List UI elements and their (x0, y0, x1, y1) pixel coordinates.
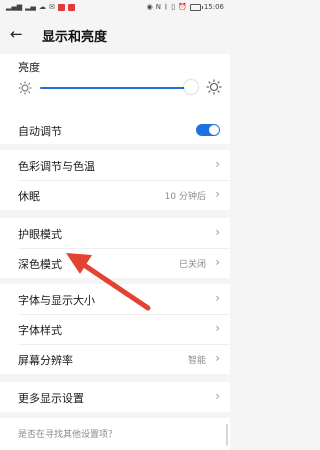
status-time: 15:06 (203, 3, 224, 11)
resolution-label: 屏幕分辨率 (18, 354, 73, 367)
sun-small-icon (18, 81, 32, 95)
sleep-row[interactable]: 休眠 10 分钟后 › (0, 181, 230, 209)
text-size-row[interactable]: 字体与显示大小 › (0, 285, 230, 313)
status-bar: ▂▄▆ ▂▄ ☁ ✉ ◉ N ᛒ ▯ ⏰ 15:06 (0, 0, 230, 14)
font-style-row[interactable]: 字体样式 › (0, 315, 230, 343)
eye-care-label: 护眼模式 (18, 228, 62, 241)
font-style-label: 字体样式 (18, 324, 62, 337)
chevron-right-icon: › (215, 321, 220, 335)
back-arrow-icon[interactable]: ← (10, 26, 26, 42)
eye-dark-section: 护眼模式 › 深色模式 已关闭 › (0, 218, 230, 278)
signal-2-icon: ▂▄ (25, 3, 36, 11)
chevron-right-icon: › (215, 225, 220, 239)
color-sleep-section: 色彩调节与色温 › 休眠 10 分钟后 › (0, 150, 230, 210)
brightness-slider-track[interactable] (40, 87, 194, 89)
brightness-section: 亮度 自动调节 (0, 54, 230, 144)
font-resolution-section: 字体与显示大小 › 字体样式 › 屏幕分辨率 智能 › (0, 284, 230, 374)
chevron-right-icon: › (215, 255, 220, 269)
dark-mode-value: 已关闭 (178, 260, 206, 270)
brightness-label: 亮度 (18, 61, 40, 74)
chevron-right-icon: › (215, 351, 220, 365)
header: ← 显示和亮度 (0, 18, 230, 50)
more-settings-row[interactable]: 更多显示设置 › (0, 383, 230, 411)
auto-adjust-toggle[interactable] (196, 124, 220, 136)
suggestion-card: 是否在寻找其他设置项？ (0, 418, 230, 450)
nfc-icon: N (155, 3, 162, 11)
text-size-label: 字体与显示大小 (18, 294, 95, 307)
brightness-slider-thumb[interactable] (184, 80, 198, 94)
sleep-label: 休眠 (18, 190, 40, 203)
color-row[interactable]: 色彩调节与色温 › (0, 151, 230, 179)
alarm-icon: ⏰ (178, 3, 187, 11)
vibrate-icon: ▯ (171, 3, 176, 11)
chevron-right-icon: › (215, 291, 220, 305)
resolution-row[interactable]: 屏幕分辨率 智能 › (0, 345, 230, 373)
app-notification-icon (57, 3, 65, 11)
status-right-icons: ◉ N ᛒ ▯ ⏰ 15:06 (147, 3, 224, 11)
eye-care-row[interactable]: 护眼模式 › (0, 219, 230, 247)
eye-icon: ◉ (146, 3, 153, 11)
page-title: 显示和亮度 (42, 30, 108, 45)
wifi-icon: ☁ (38, 3, 46, 11)
dark-mode-label: 深色模式 (18, 258, 62, 271)
suggestion-label: 是否在寻找其他设置项？ (18, 430, 118, 440)
app-notification-2-icon (67, 3, 75, 11)
chevron-right-icon: › (215, 389, 220, 403)
scrollbar (226, 424, 228, 446)
signal-icon: ▂▄▆ (6, 3, 23, 11)
resolution-value: 智能 (187, 356, 206, 366)
auto-adjust-row[interactable]: 自动调节 (0, 116, 230, 144)
sleep-value: 10 分钟后 (164, 192, 206, 202)
dark-mode-row[interactable]: 深色模式 已关闭 › (0, 249, 230, 277)
battery-icon (189, 3, 203, 11)
color-label: 色彩调节与色温 (18, 160, 95, 173)
auto-adjust-label: 自动调节 (18, 125, 62, 138)
chevron-right-icon: › (215, 157, 220, 171)
status-left-icons: ▂▄▆ ▂▄ ☁ ✉ (6, 3, 75, 11)
more-settings-label: 更多显示设置 (18, 392, 84, 405)
bluetooth-icon: ᛒ (164, 3, 169, 11)
more-section: 更多显示设置 › (0, 382, 230, 412)
sun-large-icon (206, 79, 222, 95)
chevron-right-icon: › (215, 187, 220, 201)
notification-icon: ✉ (48, 3, 55, 11)
